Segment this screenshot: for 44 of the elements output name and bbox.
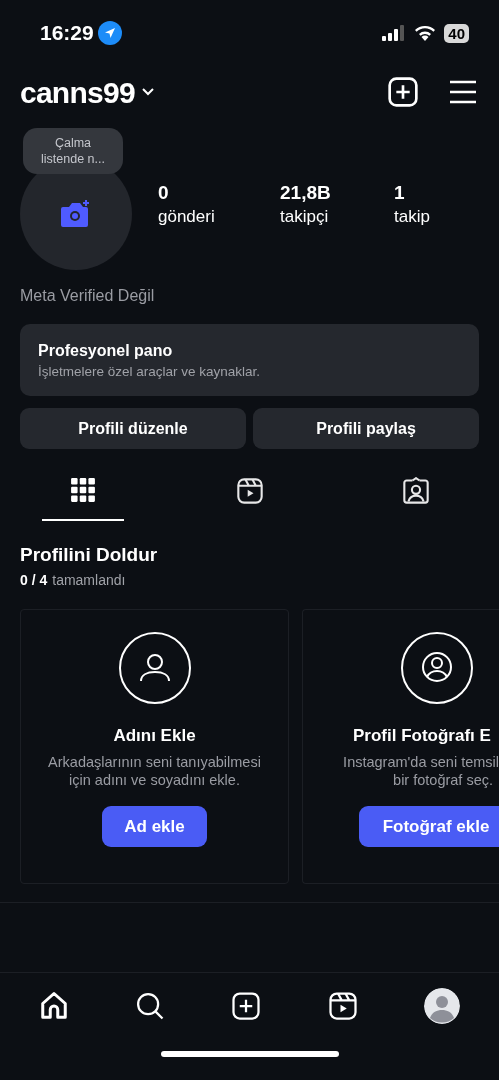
wifi-icon: [414, 25, 437, 41]
card-description: Instagram'da seni temsil: [343, 753, 499, 771]
create-icon[interactable]: [231, 990, 262, 1021]
signal-icon: [382, 25, 407, 41]
stat-count[interactable]: 1: [394, 181, 430, 205]
dashboard-title: Profesyonel pano: [38, 340, 174, 361]
person-icon: [118, 632, 191, 704]
meta-verified-label: Meta Verified Değil: [20, 287, 155, 304]
home-icon[interactable]: [39, 990, 70, 1021]
progress-label: tamamlandı: [52, 571, 126, 590]
stat-label[interactable]: takipçi: [280, 205, 394, 229]
progress-count: 0 / 4: [20, 571, 48, 590]
card-description: Arkadaşlarının seni tanıyabilmesi: [48, 753, 261, 771]
grid-icon: [70, 477, 96, 503]
profile-circle-icon: [401, 632, 473, 704]
add-name-button[interactable]: Ad ekle: [102, 806, 207, 847]
section-title: Profilini Doldur: [20, 543, 159, 567]
location-icon: [97, 21, 122, 45]
battery-level: 40: [444, 23, 469, 43]
camera-add-icon[interactable]: [60, 199, 92, 229]
stat-label[interactable]: takip: [394, 205, 430, 229]
reels-icon: [235, 477, 264, 505]
stat-count[interactable]: 0: [158, 181, 280, 205]
card-description: bir fotoğraf seç.: [393, 771, 494, 789]
dashboard-subtitle: İşletmelere özel araçlar ve kaynaklar.: [38, 362, 262, 381]
search-icon[interactable]: [135, 990, 166, 1021]
create-icon[interactable]: [387, 76, 419, 108]
card-description: için adını ve soyadını ekle.: [69, 771, 240, 789]
professional-dashboard[interactable]: Profesyonel pano İşletmelere özel araçlar ve kaynaklar.: [20, 324, 479, 396]
edit-profile-button[interactable]: Profili düzenle: [20, 408, 246, 449]
reels-icon[interactable]: [327, 990, 358, 1021]
card-title: Profil Fotoğrafı E: [352, 725, 491, 747]
card-title: Adını Ekle: [113, 725, 196, 747]
menu-icon[interactable]: [449, 80, 477, 104]
add-photo-button[interactable]: Fotoğraf ekle: [359, 806, 499, 847]
avatar-icon[interactable]: [423, 987, 460, 1024]
clock-time: 16:29: [40, 20, 94, 47]
stat-count[interactable]: 21,8B: [280, 181, 394, 205]
stat-label[interactable]: gönderi: [158, 205, 280, 229]
person-tag-icon: [402, 477, 430, 505]
username[interactable]: canns99: [20, 69, 135, 115]
share-profile-button[interactable]: Profili paylaş: [253, 408, 479, 449]
chevron-down-icon[interactable]: [140, 87, 155, 97]
note-tooltip[interactable]: Çalma listende n...: [23, 128, 123, 174]
